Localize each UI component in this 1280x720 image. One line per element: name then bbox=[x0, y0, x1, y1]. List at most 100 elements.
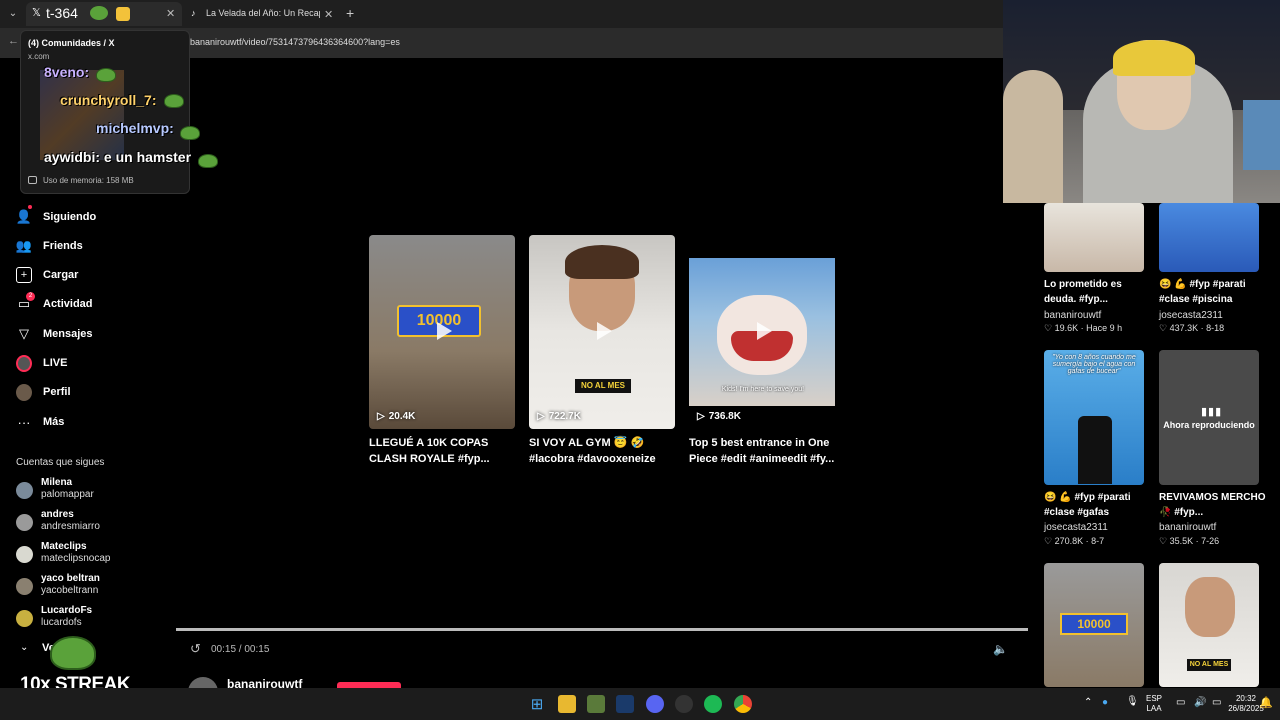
account-name: Mateclips bbox=[41, 541, 87, 552]
play-icon bbox=[437, 322, 452, 340]
battery-icon[interactable]: ▭ bbox=[1212, 697, 1221, 708]
live-icon bbox=[16, 354, 32, 372]
language-indicator[interactable]: ESP LAA bbox=[1146, 694, 1162, 714]
emote-icon bbox=[90, 6, 108, 20]
following-account[interactable]: yaco beltran yacobeltrann bbox=[16, 573, 156, 601]
following-account[interactable]: Mateclips mateclipsnocap bbox=[16, 541, 156, 569]
steam-icon[interactable] bbox=[616, 695, 634, 713]
chat-line: 8veno: bbox=[44, 64, 90, 80]
tray-chevron-icon[interactable]: ⌃ bbox=[1084, 697, 1092, 708]
new-tab-icon[interactable]: + bbox=[346, 5, 354, 21]
view-count-label: 722.7K bbox=[548, 411, 581, 422]
video-author[interactable]: bananirouwtf bbox=[1044, 310, 1101, 321]
sidebar-item-label: Perfil bbox=[43, 386, 71, 398]
back-icon[interactable]: ← bbox=[8, 35, 19, 47]
thumbnail-overlay-text: NO AL MES bbox=[575, 379, 631, 393]
play-small-icon: ▷ bbox=[377, 411, 385, 422]
following-icon: 👤 bbox=[16, 205, 32, 225]
url-text[interactable]: bananirouwtf/video/7531473796436364600?l… bbox=[190, 37, 400, 47]
file-explorer-icon[interactable] bbox=[558, 695, 576, 713]
close-icon[interactable]: ✕ bbox=[166, 7, 175, 20]
thumbnail-overlay-text: Kids! I'm here to save you! bbox=[721, 386, 805, 393]
play-icon bbox=[597, 322, 612, 340]
video-thumbnail[interactable] bbox=[1044, 203, 1144, 272]
tab-search-icon[interactable]: ⌄ bbox=[4, 5, 22, 23]
following-account[interactable]: andres andresmiarro bbox=[16, 509, 156, 537]
memory-icon bbox=[28, 176, 37, 184]
activity-icon: ▭ 2 bbox=[16, 292, 35, 312]
account-name: yaco beltran bbox=[41, 573, 100, 584]
sidebar-item-mas[interactable]: ··· Más bbox=[16, 411, 156, 433]
chat-line: crunchyroll_7: bbox=[60, 92, 157, 108]
following-account[interactable]: LucardoFs lucardofs bbox=[16, 605, 156, 633]
avatar bbox=[16, 578, 33, 595]
video-date: 8-18 bbox=[1206, 323, 1225, 333]
chrome-icon[interactable] bbox=[734, 695, 752, 713]
chevron-down-icon[interactable]: ⌄ bbox=[20, 642, 28, 653]
replay-icon[interactable]: ↺ bbox=[190, 641, 201, 657]
video-thumbnail[interactable]: NO AL MES bbox=[1159, 563, 1259, 687]
notification-icon[interactable]: 🔔 bbox=[1259, 696, 1273, 709]
close-icon[interactable]: ✕ bbox=[324, 8, 333, 21]
tab-tiktok[interactable]: ♪ La Velada del Año: Un Recap de ✕ bbox=[186, 2, 338, 26]
spotify-icon[interactable] bbox=[704, 695, 722, 713]
avatar bbox=[16, 514, 33, 531]
account-handle: yacobeltrann bbox=[41, 585, 99, 596]
video-title[interactable]: 😆 💪 #fyp #parati #clase #piscina bbox=[1159, 277, 1267, 307]
video-thumbnail[interactable]: 10000 bbox=[1044, 563, 1144, 687]
video-title[interactable]: Top 5 best entrance in One Piece #edit #… bbox=[689, 435, 839, 467]
video-title[interactable]: LLEGUÉ A 10K COPAS CLASH ROYALE #fyp... bbox=[369, 435, 519, 467]
windows-start-icon[interactable]: ⊞ bbox=[528, 695, 546, 713]
sidebar-item-perfil[interactable]: Perfil bbox=[16, 381, 156, 403]
account-name: andres bbox=[41, 509, 74, 520]
region-label: LAA bbox=[1146, 704, 1162, 713]
account-handle: lucardofs bbox=[41, 617, 82, 628]
sidebar-item-live[interactable]: LIVE bbox=[16, 352, 156, 374]
video-title[interactable]: 😆 💪 #fyp #parati #clase #gafas bbox=[1044, 490, 1152, 520]
emote-icon bbox=[180, 126, 200, 140]
sidebar-item-friends[interactable]: 👥 Friends bbox=[16, 235, 156, 257]
following-account[interactable]: Milena palomappar bbox=[16, 477, 156, 505]
app-icon[interactable] bbox=[675, 695, 693, 713]
video-date: 8-7 bbox=[1091, 536, 1105, 546]
video-author[interactable]: josecasta2311 bbox=[1159, 310, 1223, 321]
video-thumbnail-now-playing[interactable]: ▮▮▮ Ahora reproduciendo bbox=[1159, 350, 1259, 485]
discord-icon[interactable] bbox=[646, 695, 664, 713]
sidebar-item-siguiendo[interactable]: 👤 Siguiendo bbox=[16, 205, 156, 228]
sidebar-item-mensajes[interactable]: ▽ Mensajes bbox=[16, 323, 156, 345]
video-title[interactable]: SI VOY AL GYM 😇 🤣 #lacobra #davooxeneize bbox=[529, 435, 679, 467]
like-count: 35.5K bbox=[1169, 536, 1194, 546]
app-icon[interactable] bbox=[587, 695, 605, 713]
play-small-icon: ▷ bbox=[697, 411, 705, 422]
video-card[interactable]: NO AL MES ▷ 722.7K bbox=[529, 235, 675, 429]
microphone-icon[interactable]: 🎙 bbox=[1126, 696, 1139, 707]
video-title[interactable]: REVIVAMOS MERCHO 🥀 #fyp... bbox=[1159, 490, 1267, 520]
heart-icon: ♡ bbox=[1044, 323, 1055, 333]
progress-bar[interactable] bbox=[176, 628, 1028, 631]
activity-badge: 2 bbox=[26, 292, 35, 301]
chat-line: michelmvp: bbox=[96, 120, 174, 136]
video-date: 7-26 bbox=[1201, 536, 1220, 546]
tray-app-icon[interactable]: ● bbox=[1102, 697, 1108, 708]
play-icon bbox=[757, 322, 772, 340]
webcam-overlay bbox=[1003, 0, 1280, 203]
monitor-shape bbox=[1243, 100, 1280, 170]
video-thumbnail[interactable] bbox=[1159, 203, 1259, 272]
video-thumbnail[interactable]: "Yo con 8 años cuando me sumergía bajo e… bbox=[1044, 350, 1144, 485]
video-date: Hace 9 h bbox=[1086, 323, 1123, 333]
account-name: Milena bbox=[41, 477, 73, 488]
video-card[interactable]: 10000 ▷ 20.4K bbox=[369, 235, 515, 429]
thumbnail-overlay-text: "Yo con 8 años cuando me sumergía bajo e… bbox=[1052, 354, 1136, 375]
network-icon[interactable]: ▭ bbox=[1176, 697, 1185, 708]
sidebar-item-actividad[interactable]: ▭ 2 Actividad bbox=[16, 292, 156, 315]
volume-tray-icon[interactable]: 🔊 bbox=[1194, 697, 1206, 708]
sidebar-item-cargar[interactable]: + Cargar bbox=[16, 264, 156, 286]
view-count: ▷ 736.8K bbox=[697, 411, 741, 422]
video-title[interactable]: Lo prometido es deuda. #fyp... bbox=[1044, 277, 1152, 307]
video-author[interactable]: bananirouwtf bbox=[1159, 522, 1216, 533]
volume-icon[interactable]: 🔈 bbox=[993, 642, 1008, 656]
heart-icon: ♡ bbox=[1159, 536, 1170, 546]
video-author[interactable]: josecasta2311 bbox=[1044, 522, 1108, 533]
video-card[interactable]: Kids! I'm here to save you! ▷ 736.8K bbox=[689, 235, 835, 429]
account-handle: andresmiarro bbox=[41, 521, 100, 532]
